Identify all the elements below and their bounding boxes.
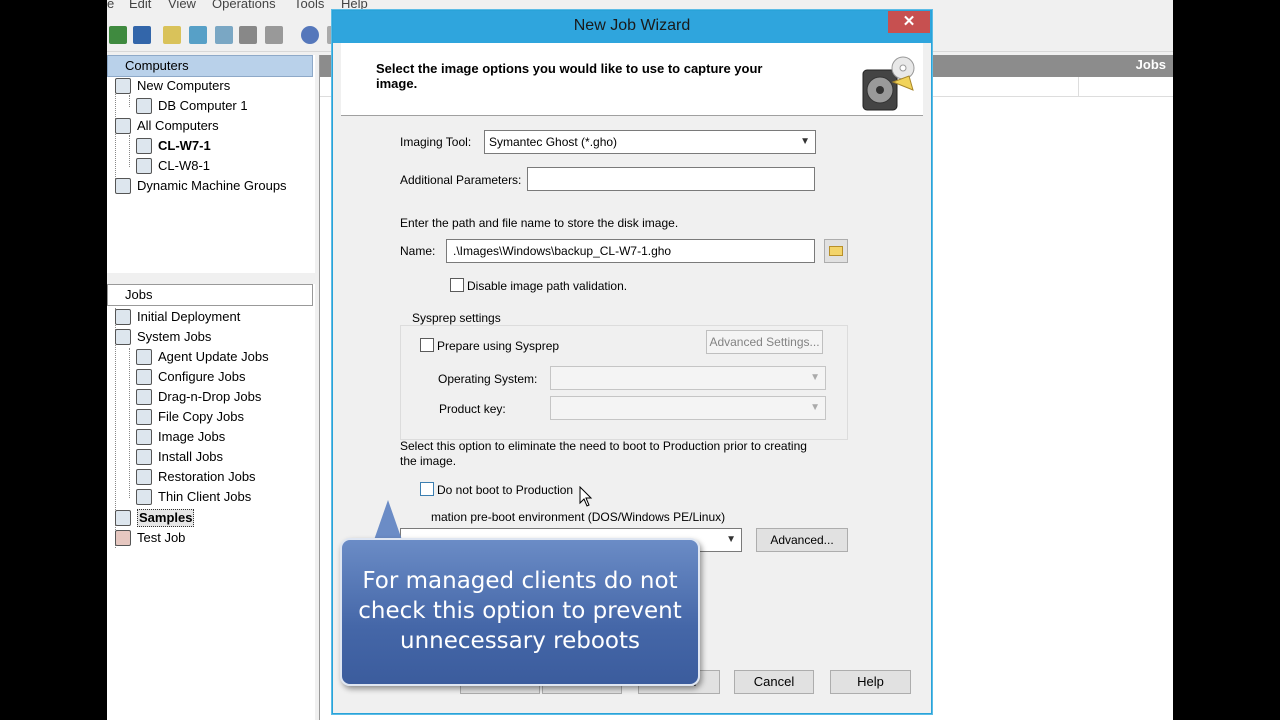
menu-tools[interactable]: Tools xyxy=(294,0,324,10)
job-folder-icon xyxy=(136,389,152,405)
product-key-select[interactable]: ▼ xyxy=(550,396,826,420)
product-key-label: Product key: xyxy=(439,402,506,416)
advanced-button[interactable]: Advanced... xyxy=(756,528,848,552)
job-folder-icon xyxy=(136,469,152,485)
dialog-titlebar[interactable]: New Job Wizard ✕ xyxy=(333,11,931,43)
job-folder-icon xyxy=(136,489,152,505)
sysprep-group-label: Sysprep settings xyxy=(410,311,503,325)
path-instruction-text: Enter the path and file name to store th… xyxy=(400,216,679,230)
operating-system-select[interactable]: ▼ xyxy=(550,366,826,390)
menu-edit[interactable]: Edit xyxy=(129,0,151,10)
computers-icon[interactable] xyxy=(133,26,151,44)
imaging-tool-select[interactable]: Symantec Ghost (*.gho) ▼ xyxy=(484,130,816,154)
menu-operations[interactable]: Operations xyxy=(212,0,276,10)
menu-view[interactable]: View xyxy=(168,0,196,10)
job-folder-icon xyxy=(136,369,152,385)
chevron-down-icon: ▼ xyxy=(810,372,820,383)
computers-header[interactable]: Computers xyxy=(107,55,313,77)
job-folder-icon xyxy=(115,329,131,345)
do-not-boot-checkbox[interactable] xyxy=(420,482,434,496)
jobs-header[interactable]: Jobs xyxy=(107,284,313,306)
help-button[interactable]: Help xyxy=(830,670,911,694)
additional-parameters-input[interactable] xyxy=(527,167,815,191)
browse-button[interactable] xyxy=(824,239,848,263)
prepare-sysprep-checkbox[interactable] xyxy=(420,338,434,352)
close-button[interactable]: ✕ xyxy=(888,11,930,33)
job-icon[interactable] xyxy=(163,26,181,44)
group-icon xyxy=(115,178,131,194)
callout-text: For managed clients do not check this op… xyxy=(358,568,682,654)
menu-file[interactable]: e xyxy=(107,0,114,10)
additional-parameters-label: Additional Parameters: xyxy=(400,173,522,187)
boot-option-text: Select this option to eliminate the need… xyxy=(400,439,807,468)
computer-icon xyxy=(136,98,152,114)
job-folder-icon xyxy=(136,409,152,425)
chevron-down-icon: ▼ xyxy=(726,534,736,545)
folder-icon xyxy=(829,246,843,256)
job-icon xyxy=(115,530,131,546)
prepare-sysprep-label: Prepare using Sysprep xyxy=(437,339,560,353)
refresh-icon[interactable] xyxy=(301,26,319,44)
job-folder-icon xyxy=(115,510,131,526)
operating-system-label: Operating System: xyxy=(438,372,538,386)
jobs-pane: Jobs Initial Deployment System Jobs Agen… xyxy=(107,284,315,720)
chevron-down-icon: ▼ xyxy=(800,136,810,147)
computers-pane: Computers New Computers DB Computer 1 Al… xyxy=(107,55,315,273)
new-icon[interactable] xyxy=(109,26,127,44)
cancel-button[interactable]: Cancel xyxy=(734,670,814,694)
chevron-down-icon: ▼ xyxy=(810,402,820,413)
dialog-title: New Job Wizard xyxy=(573,17,691,34)
deploy-icon[interactable] xyxy=(189,26,207,44)
name-label: Name: xyxy=(400,244,436,258)
computer-icon xyxy=(136,138,152,154)
advanced-settings-button[interactable]: Advanced Settings... xyxy=(706,330,823,354)
image-icon[interactable] xyxy=(215,26,233,44)
computer-group-icon xyxy=(115,118,131,134)
callout-pointer xyxy=(374,500,402,540)
image-path-input[interactable]: .\Images\Windows\backup_CL-W7-1.gho xyxy=(446,239,815,263)
computer-group-icon xyxy=(115,78,131,94)
do-not-boot-label: Do not boot to Production xyxy=(437,483,574,497)
wizard-heading: Select the image options you would like … xyxy=(376,61,763,91)
tutorial-callout: For managed clients do not check this op… xyxy=(340,538,700,686)
tools-icon[interactable] xyxy=(265,26,283,44)
jobs-column-header[interactable]: Jobs xyxy=(1136,55,1166,75)
wizard-banner: Select the image options you would like … xyxy=(341,43,923,116)
automation-environment-label: mation pre-boot environment (DOS/Windows… xyxy=(431,510,726,524)
disable-validation-label: Disable image path validation. xyxy=(467,279,628,293)
copy-icon[interactable] xyxy=(239,26,257,44)
job-folder-icon xyxy=(136,429,152,445)
mouse-cursor-icon xyxy=(579,486,593,507)
imaging-tool-label: Imaging Tool: xyxy=(400,135,472,149)
computer-icon xyxy=(136,158,152,174)
job-folder-icon xyxy=(136,449,152,465)
job-folder-icon xyxy=(136,349,152,365)
disable-validation-checkbox[interactable] xyxy=(450,278,464,292)
disk-image-icon xyxy=(862,56,915,111)
menu-help[interactable]: Help xyxy=(341,0,368,10)
job-folder-icon xyxy=(115,309,131,325)
